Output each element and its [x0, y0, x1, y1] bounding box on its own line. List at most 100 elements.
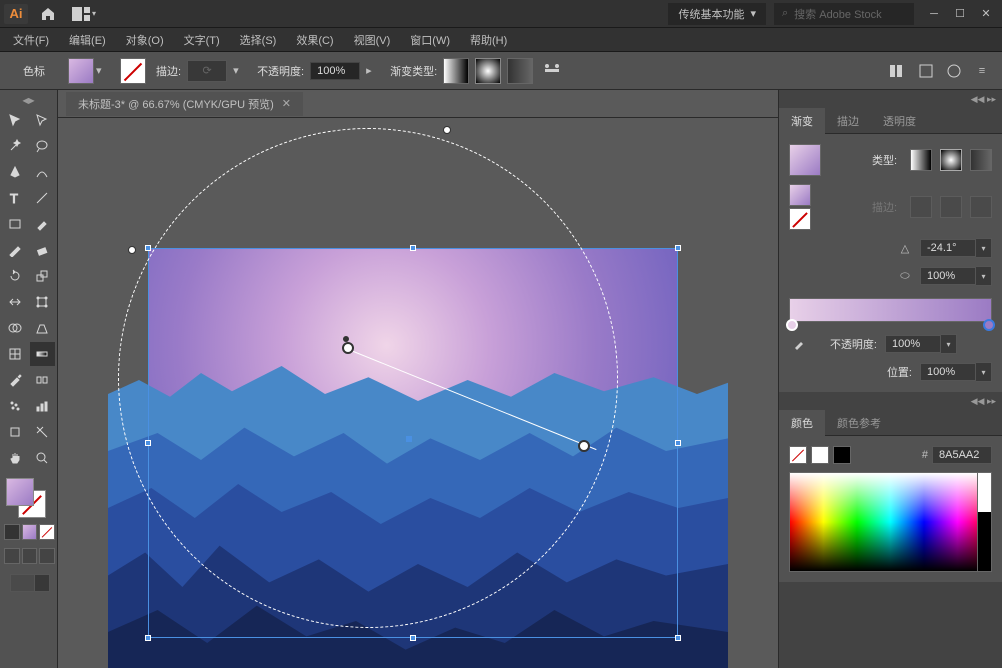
angle-input[interactable]: -24.1° — [920, 239, 976, 257]
gradient-start-handle[interactable] — [342, 342, 354, 354]
menu-object[interactable]: 对象(O) — [117, 29, 173, 51]
menu-effect[interactable]: 效果(C) — [287, 29, 342, 51]
hex-input[interactable]: 8A5AA2 — [932, 446, 992, 464]
maximize-button[interactable]: ☐ — [948, 4, 972, 24]
close-button[interactable]: ✕ — [974, 4, 998, 24]
eyedropper-tool[interactable] — [2, 368, 28, 392]
gradient-tool[interactable] — [30, 342, 56, 366]
stop-opacity-input[interactable]: 100% — [885, 335, 941, 353]
selection-tool[interactable] — [2, 108, 28, 132]
panel-collapse[interactable]: ◀◀ ▸▸ — [779, 90, 1002, 108]
opacity-dropdown[interactable]: ▸ — [366, 64, 380, 77]
lasso-tool[interactable] — [30, 134, 56, 158]
location-dropdown[interactable]: ▾ — [976, 362, 992, 382]
draw-behind-button[interactable] — [22, 548, 38, 564]
menu-type[interactable]: 文字(T) — [175, 29, 229, 51]
layout-button[interactable]: ▾ — [70, 4, 98, 24]
stop-opacity-dropdown[interactable]: ▾ — [941, 334, 957, 354]
artboard-tool[interactable] — [2, 420, 28, 444]
eraser-tool[interactable] — [30, 238, 56, 262]
fill-dropdown[interactable]: ▾ — [96, 64, 110, 77]
menu-help[interactable]: 帮助(H) — [461, 29, 516, 51]
tab-color[interactable]: 颜色 — [779, 410, 825, 436]
active-gradient-swatch[interactable] — [789, 184, 811, 206]
stroke-weight-input[interactable]: ⟳ — [187, 60, 227, 82]
color-none-swatch[interactable] — [789, 446, 807, 464]
fill-swatch[interactable] — [68, 58, 94, 84]
toolbar-collapse[interactable]: ◀▶ — [2, 96, 55, 106]
color-mode-button[interactable] — [4, 524, 20, 540]
symbol-sprayer-tool[interactable] — [2, 394, 28, 418]
location-input[interactable]: 100% — [920, 363, 976, 381]
color-spectrum[interactable] — [789, 472, 992, 572]
eyedropper-icon[interactable] — [789, 334, 809, 354]
shaper-tool[interactable] — [2, 238, 28, 262]
stroke-none-swatch[interactable] — [120, 58, 146, 84]
pen-tool[interactable] — [2, 160, 28, 184]
menu-select[interactable]: 选择(S) — [231, 29, 286, 51]
menu-file[interactable]: 文件(F) — [4, 29, 58, 51]
shape-builder-tool[interactable] — [2, 316, 28, 340]
zoom-tool[interactable] — [30, 446, 56, 470]
perspective-grid-tool[interactable] — [30, 316, 56, 340]
line-tool[interactable] — [30, 186, 56, 210]
width-tool[interactable] — [2, 290, 28, 314]
minimize-button[interactable]: ─ — [922, 4, 946, 24]
hand-tool[interactable] — [2, 446, 28, 470]
screen-mode-button[interactable] — [10, 574, 50, 592]
type-freeform-button[interactable] — [970, 149, 992, 171]
color-panel-collapse[interactable]: ◀◀ ▸▸ — [779, 392, 1002, 410]
tab-color-guide[interactable]: 颜色参考 — [825, 410, 893, 436]
gradient-stop-2[interactable] — [983, 319, 995, 331]
free-transform-tool[interactable] — [30, 290, 56, 314]
aspect-input[interactable]: 100% — [920, 267, 976, 285]
gradient-linear-button[interactable] — [443, 58, 469, 84]
artwork[interactable] — [148, 248, 678, 638]
color-white-swatch[interactable] — [811, 446, 829, 464]
none-mode-button[interactable] — [39, 524, 55, 540]
spectrum-grayscale[interactable] — [977, 473, 991, 571]
rotate-tool[interactable] — [2, 264, 28, 288]
gradient-stop-1[interactable] — [786, 319, 798, 331]
gradient-freeform-button[interactable] — [507, 58, 533, 84]
magic-wand-tool[interactable] — [2, 134, 28, 158]
edit-gradient-button[interactable] — [543, 61, 563, 81]
gradient-slider[interactable] — [789, 298, 992, 322]
gradient-radius-handle[interactable] — [443, 126, 451, 134]
angle-dropdown[interactable]: ▾ — [976, 238, 992, 258]
stroke-weight-dropdown[interactable]: ▾ — [233, 64, 247, 77]
tab-gradient[interactable]: 渐变 — [779, 108, 825, 134]
gradient-preview[interactable] — [789, 144, 821, 176]
blend-tool[interactable] — [30, 368, 56, 392]
menu-view[interactable]: 视图(V) — [345, 29, 400, 51]
align-icon[interactable] — [888, 61, 908, 81]
type-radial-button[interactable] — [940, 149, 962, 171]
draw-normal-button[interactable] — [4, 548, 20, 564]
gradient-end-handle[interactable] — [578, 440, 590, 452]
tab-transparency[interactable]: 透明度 — [871, 108, 928, 134]
fill-indicator[interactable] — [6, 478, 34, 506]
aspect-dropdown[interactable]: ▾ — [976, 266, 992, 286]
transform-icon[interactable] — [916, 61, 936, 81]
close-tab-icon[interactable]: ✕ — [282, 97, 291, 110]
stock-search[interactable]: ⌕ 搜索 Adobe Stock — [774, 3, 914, 25]
type-tool[interactable]: T — [2, 186, 28, 210]
scale-tool[interactable] — [30, 264, 56, 288]
graph-tool[interactable] — [30, 394, 56, 418]
workspace-selector[interactable]: 传统基本功能 ▾ — [668, 3, 766, 25]
color-black-swatch[interactable] — [833, 446, 851, 464]
type-linear-button[interactable] — [910, 149, 932, 171]
rectangle-tool[interactable] — [2, 212, 28, 236]
document-tab[interactable]: 未标题-3* @ 66.67% (CMYK/GPU 预览) ✕ — [66, 92, 303, 116]
curvature-tool[interactable] — [30, 160, 56, 184]
canvas[interactable] — [58, 118, 778, 668]
isolate-icon[interactable] — [944, 61, 964, 81]
slice-tool[interactable] — [30, 420, 56, 444]
gradient-radius-handle[interactable] — [128, 246, 136, 254]
paintbrush-tool[interactable] — [30, 212, 56, 236]
gradient-radial-button[interactable] — [475, 58, 501, 84]
draw-inside-button[interactable] — [39, 548, 55, 564]
tab-stroke[interactable]: 描边 — [825, 108, 871, 134]
direct-selection-tool[interactable] — [30, 108, 56, 132]
mesh-tool[interactable] — [2, 342, 28, 366]
